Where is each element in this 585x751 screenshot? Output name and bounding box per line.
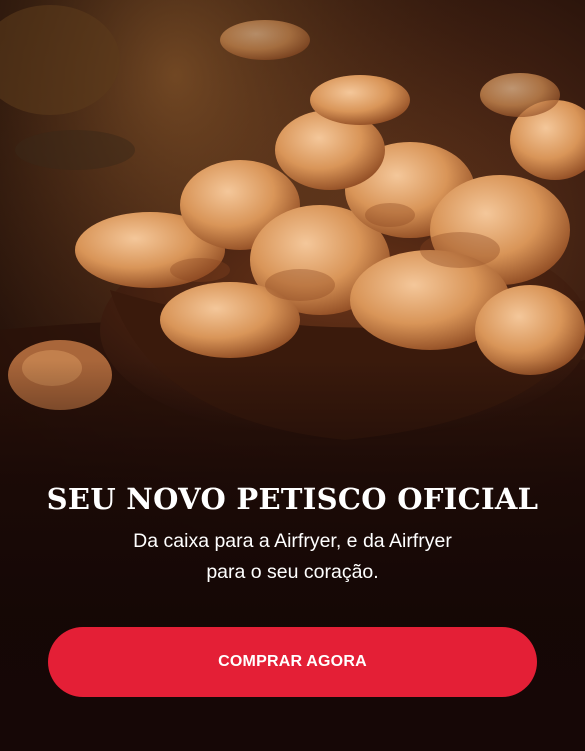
hero-subtitle: Da caixa para a Airfryer, e da Airfryer …	[73, 526, 513, 588]
hero-subtitle-line-2: para o seu coração.	[206, 561, 379, 583]
hero-content: SEU NOVO PETISCO OFICIAL Da caixa para a…	[0, 482, 585, 588]
hero-subtitle-line-1: Da caixa para a Airfryer, e da Airfryer	[133, 530, 452, 552]
hero-headline: SEU NOVO PETISCO OFICIAL	[46, 482, 539, 516]
hero-banner: SEU NOVO PETISCO OFICIAL Da caixa para a…	[0, 0, 585, 751]
buy-now-button[interactable]: COMPRAR AGORA	[48, 627, 537, 697]
